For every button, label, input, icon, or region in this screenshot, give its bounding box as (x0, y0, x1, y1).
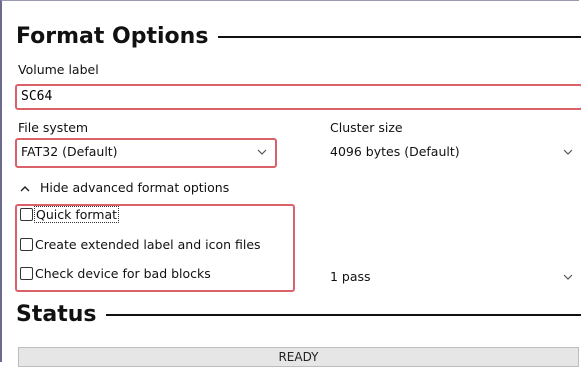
quick-format-label: Quick format (33, 206, 120, 223)
status-text: READY (278, 350, 319, 364)
status-progress-bar: READY (18, 347, 579, 367)
passes-value: 1 pass (330, 269, 371, 284)
heading-divider (218, 35, 581, 38)
extended-label-label: Create extended label and icon files (35, 237, 261, 252)
chevron-up-icon (20, 180, 32, 195)
hide-advanced-options-toggle[interactable]: Hide advanced format options (20, 180, 229, 195)
chevron-down-icon (563, 265, 573, 280)
bad-blocks-checkbox[interactable] (20, 267, 33, 280)
cluster-size-dropdown[interactable]: 4096 bytes (Default) (326, 140, 581, 166)
status-title: Status (16, 302, 97, 327)
quick-format-option[interactable]: Quick format (20, 206, 120, 223)
extended-label-option[interactable]: Create extended label and icon files (20, 237, 261, 252)
file-system-value: FAT32 (Default) (21, 144, 118, 159)
format-options-title: Format Options (16, 24, 209, 49)
extended-label-checkbox[interactable] (20, 238, 33, 251)
file-system-caption: File system (18, 120, 89, 135)
bad-blocks-label: Check device for bad blocks (35, 266, 211, 281)
cluster-size-value: 4096 bytes (Default) (330, 144, 460, 159)
format-options-heading: Format Options (16, 24, 581, 49)
volume-label-caption: Volume label (18, 62, 99, 77)
volume-label-input[interactable]: SC64 (16, 85, 581, 109)
file-system-dropdown[interactable]: FAT32 (Default) (17, 140, 275, 166)
cluster-size-caption: Cluster size (330, 120, 403, 135)
status-divider (106, 313, 581, 316)
chevron-down-icon (563, 140, 573, 155)
passes-dropdown[interactable]: 1 pass (326, 265, 581, 291)
chevron-down-icon (257, 140, 267, 155)
quick-format-checkbox[interactable] (20, 208, 33, 221)
hide-advanced-options-label: Hide advanced format options (40, 180, 230, 195)
bad-blocks-option[interactable]: Check device for bad blocks (20, 266, 211, 281)
status-heading: Status (16, 302, 581, 327)
